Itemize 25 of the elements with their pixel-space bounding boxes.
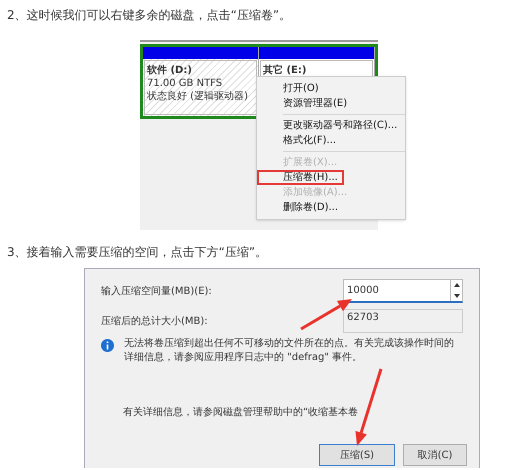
field-label: 输入压缩空间量(MB)(E): [101, 284, 212, 298]
step-text: 2、这时候我们可以右键多余的磁盘，点击“压缩卷”。 [7, 7, 292, 23]
total-size-field: 62703 [343, 309, 463, 333]
partition-name: 软件 (D:) [147, 64, 193, 77]
partition-block[interactable]: 软件 (D:) 71.00 GB NTFS 状态良好 (逻辑驱动器) [143, 47, 259, 116]
up-arrow-icon [454, 283, 460, 288]
partition-info: 71.00 GB NTFS [147, 77, 224, 90]
menu-item[interactable]: 资源管理器(E) [257, 96, 354, 111]
shrink-amount-field[interactable]: 10000 [343, 279, 463, 303]
info-icon [101, 339, 114, 352]
menu-item[interactable]: 格式化(F)... [257, 133, 342, 148]
dialog-button[interactable]: 取消(C) [403, 444, 467, 466]
step-text: 3、接着输入需要压缩的空间，点击下方“压缩”。 [7, 244, 268, 260]
field-label: 压缩后的总计大小(MB): [101, 314, 208, 328]
dialog-button[interactable]: 压缩(S) [319, 444, 395, 466]
spin-buttons[interactable] [450, 280, 462, 301]
menu-item[interactable]: 压缩卷(H)... [257, 170, 344, 185]
partition-name: 其它 (E:) [263, 64, 308, 77]
down-arrow-icon [454, 294, 460, 298]
menu-item[interactable]: 更改驱动器号和路径(C)... [257, 118, 404, 133]
menu-item[interactable]: 打开(O) [257, 81, 325, 96]
partition-info: 状态良好 (逻辑驱动器) [147, 90, 249, 103]
info-text: 无法将卷压缩到超出任何不可移动的文件所在的点。有关完成该操作时间的详细信息，请参阅应用程序日志中的 "defrag" 事件。 [124, 337, 455, 365]
menu-item[interactable]: 删除卷(D)... [257, 200, 344, 215]
help-note: 有关详细信息，请参阅磁盘管理帮助中的“收缩基本卷 [123, 406, 360, 420]
